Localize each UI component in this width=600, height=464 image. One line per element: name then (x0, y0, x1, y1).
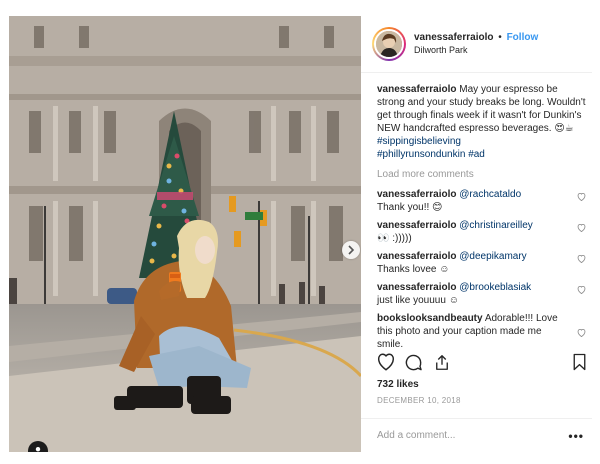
comments-section: vanessaferraiolo May your espresso be st… (368, 73, 592, 351)
avatar[interactable] (372, 27, 406, 61)
add-comment-input[interactable]: Add a comment... (377, 430, 568, 441)
comment-mention[interactable]: @christinareilley (459, 220, 533, 231)
share-icon[interactable] (433, 353, 451, 377)
comment-item: vanessaferraiolo @christinareilley 👀 :))… (377, 219, 588, 245)
heart-icon[interactable] (376, 353, 396, 376)
caption-username[interactable]: vanessaferraiolo (377, 84, 457, 95)
hashtag-link[interactable]: #phillyrunsondunkin (377, 149, 465, 160)
post-caption: vanessaferraiolo May your espresso be st… (377, 83, 588, 161)
add-comment-bar: Add a comment... ••• (361, 418, 592, 452)
post-actions (376, 353, 592, 375)
comment-item: vanessaferraiolo @rachcataldo Thank you!… (377, 188, 588, 214)
hashtag-link[interactable]: #ad (468, 149, 485, 160)
load-more-comments-link[interactable]: Load more comments (377, 168, 588, 181)
follow-button[interactable]: Follow (507, 32, 539, 43)
comment-text: 👀 :))))) (377, 233, 412, 244)
comment-like-icon[interactable] (577, 328, 586, 341)
post-author-username[interactable]: vanessaferraiolo (414, 32, 494, 43)
comment-item: vanessaferraiolo @deepikamary Thanks lov… (377, 250, 588, 276)
post-photo[interactable] (9, 16, 361, 452)
post-date: DECEMBER 10, 2018 (377, 396, 461, 405)
comment-mention[interactable]: @brookeblasiak (459, 282, 531, 293)
photo-scene (9, 16, 361, 452)
comment-like-icon[interactable] (577, 254, 586, 267)
comment-like-icon[interactable] (577, 192, 586, 205)
comment-item: vanessaferraiolo @brookeblasiak just lik… (377, 281, 588, 307)
comment-like-icon[interactable] (577, 223, 586, 236)
comment-username[interactable]: vanessaferraiolo (377, 282, 457, 293)
more-options-icon[interactable]: ••• (568, 429, 584, 443)
comment-username[interactable]: vanessaferraiolo (377, 220, 457, 231)
avatar-photo (376, 31, 402, 57)
bookmark-icon[interactable] (572, 353, 587, 376)
comment-text: just like youuuu ☺ (377, 295, 459, 306)
comment-like-icon[interactable] (577, 285, 586, 298)
comment-mention[interactable]: @rachcataldo (459, 189, 521, 200)
comment-item: bookslooksandbeauty Adorable!!! Love thi… (377, 312, 588, 351)
like-count[interactable]: 732 likes (377, 379, 419, 390)
post-location[interactable]: Dilworth Park (414, 45, 538, 56)
post-header: vanessaferraiolo • Follow Dilworth Park (368, 16, 592, 72)
comment-text: Thank you!! 😊 (377, 202, 443, 213)
comment-username[interactable]: bookslooksandbeauty (377, 313, 483, 324)
comment-username[interactable]: vanessaferraiolo (377, 251, 457, 262)
comment-icon[interactable] (404, 353, 423, 377)
post-details-panel: vanessaferraiolo • Follow Dilworth Park … (361, 16, 592, 452)
header-separator: • (498, 32, 502, 44)
chevron-right-icon[interactable] (342, 241, 360, 259)
hashtag-link[interactable]: #sippingisbelieving (377, 136, 461, 147)
comment-text: Thanks lovee ☺ (377, 264, 450, 275)
comment-username[interactable]: vanessaferraiolo (377, 189, 457, 200)
comment-mention[interactable]: @deepikamary (459, 251, 526, 262)
